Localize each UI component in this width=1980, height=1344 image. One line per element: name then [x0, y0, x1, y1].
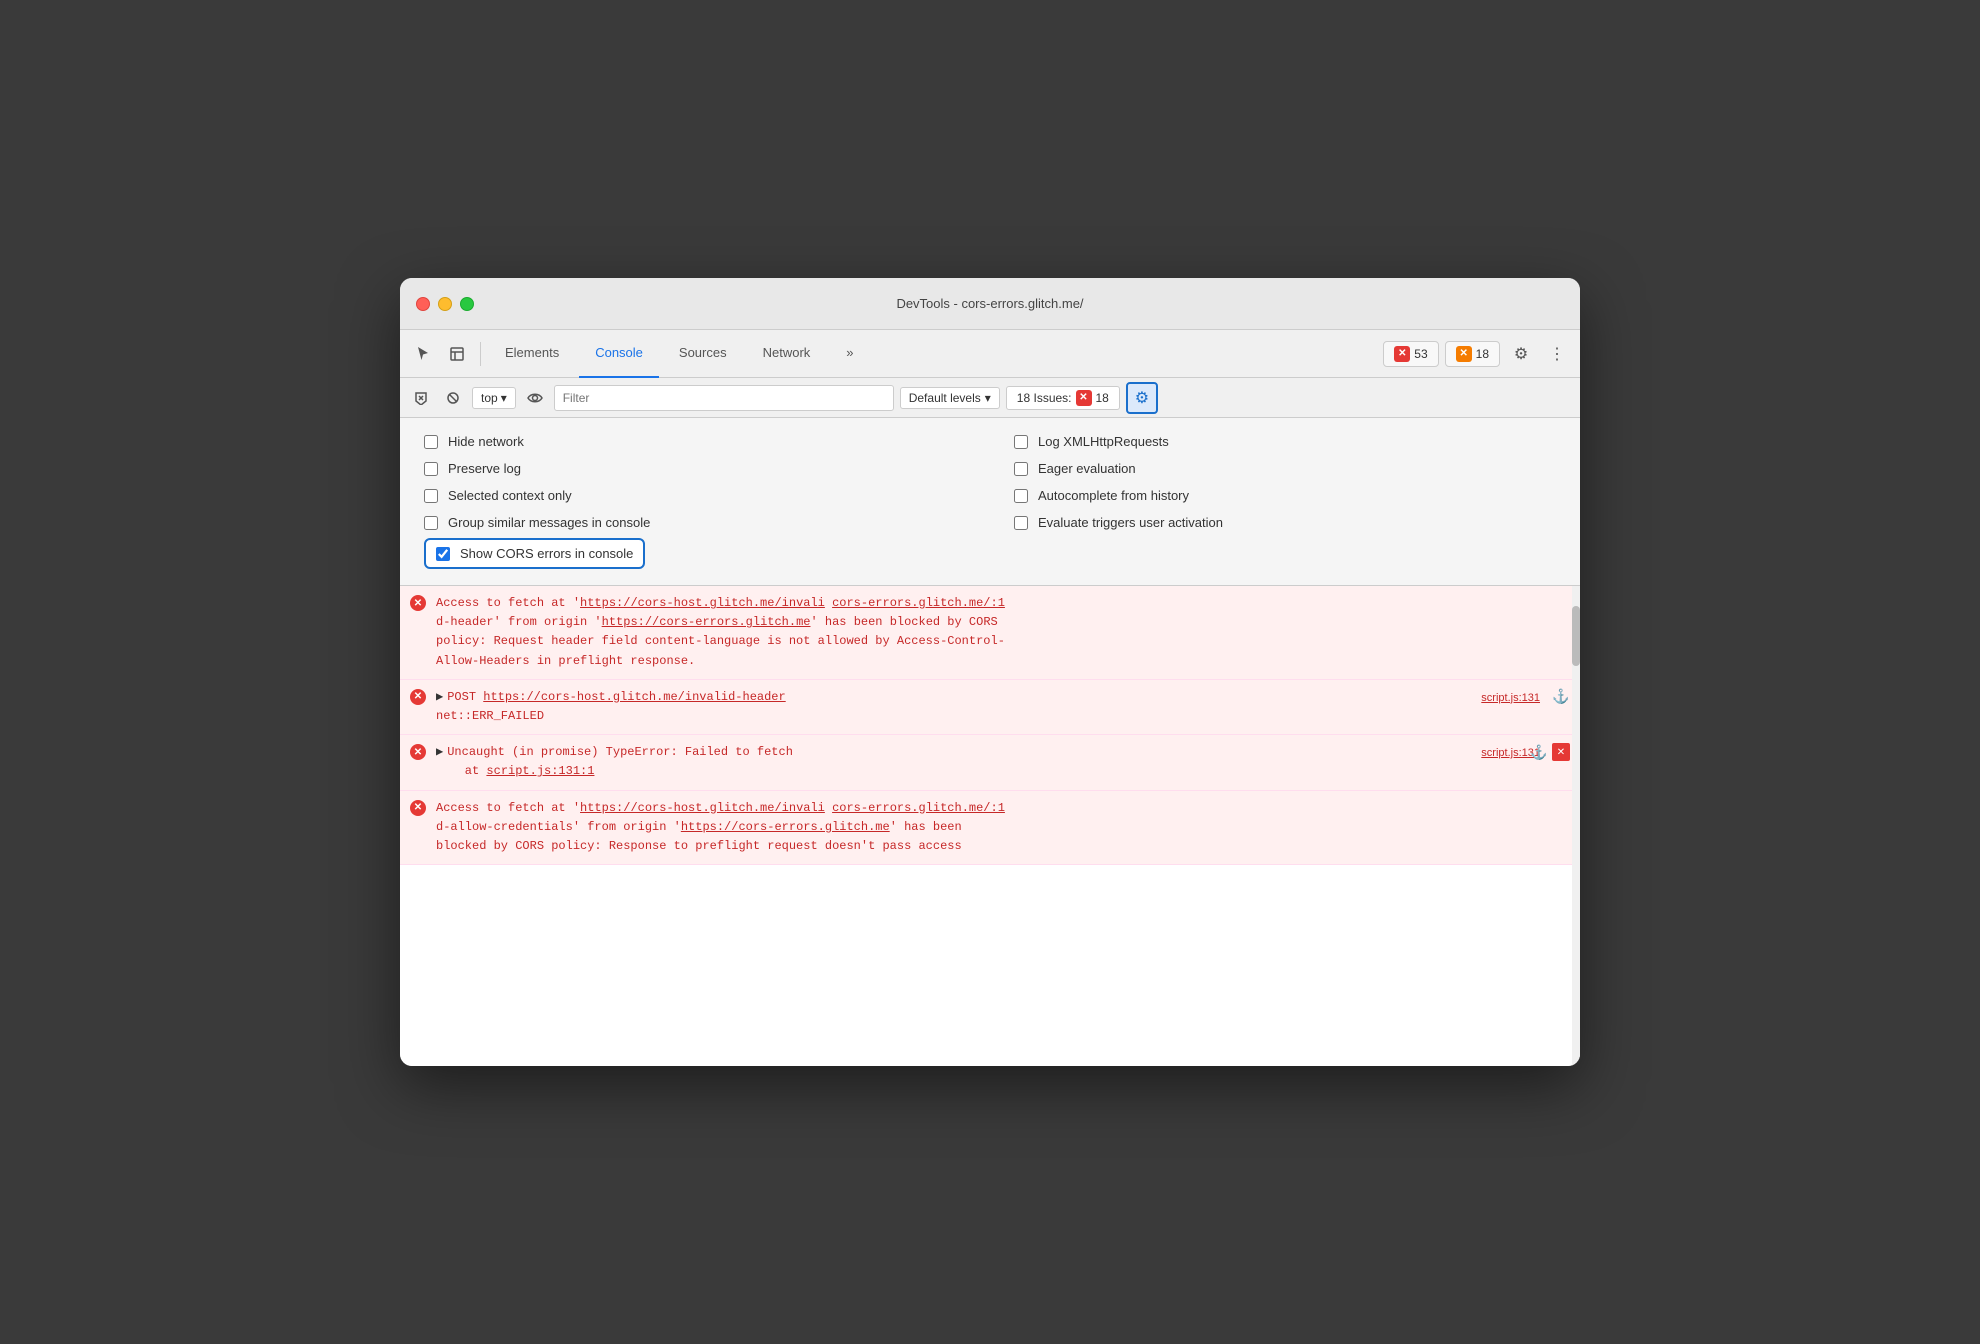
settings-col-right: Log XMLHttpRequests Eager evaluation Aut…	[1014, 434, 1556, 530]
scrollbar-track	[1572, 586, 1580, 1066]
anchor-icon-2[interactable]: ⚓	[1552, 688, 1570, 706]
error-icon-4: ✕	[410, 800, 426, 816]
traffic-lights	[416, 297, 474, 311]
log-xmlhttp-option[interactable]: Log XMLHttpRequests	[1014, 434, 1556, 449]
preserve-log-checkbox[interactable]	[424, 462, 438, 476]
entry-actions-3: ⚓ ✕	[1530, 743, 1570, 761]
close-icon-3[interactable]: ✕	[1552, 743, 1570, 761]
dropdown-arrow-icon: ▾	[501, 391, 507, 405]
window-title: DevTools - cors-errors.glitch.me/	[896, 296, 1083, 311]
link-1c[interactable]: https://cors-errors.glitch.me	[602, 615, 811, 629]
live-expressions-button[interactable]	[522, 385, 548, 411]
selected-context-checkbox[interactable]	[424, 489, 438, 503]
levels-arrow-icon: ▾	[985, 391, 991, 405]
error-icon-2: ✕	[410, 689, 426, 705]
tab-more[interactable]: »	[830, 330, 869, 378]
link-3[interactable]: script.js:131:1	[486, 764, 594, 778]
log-xmlhttp-checkbox[interactable]	[1014, 435, 1028, 449]
selected-context-option[interactable]: Selected context only	[424, 488, 966, 503]
issues-error-icon: ✕	[1076, 390, 1092, 406]
console-entry-1: ✕ Access to fetch at 'https://cors-host.…	[400, 586, 1580, 680]
tab-console[interactable]: Console	[579, 330, 659, 378]
autocomplete-option[interactable]: Autocomplete from history	[1014, 488, 1556, 503]
warnings-badge[interactable]: ✕ 18	[1445, 341, 1500, 367]
console-entry-4: ✕ Access to fetch at 'https://cors-host.…	[400, 791, 1580, 866]
issues-counter[interactable]: 18 Issues: ✕ 18	[1006, 386, 1120, 410]
toolbar-right: ✕ 53 ✕ 18 ⚙ ⋮	[1383, 339, 1572, 369]
main-toolbar: Elements Console Sources Network » ✕ 53 …	[400, 330, 1580, 378]
anchor-icon-3[interactable]: ⚓	[1530, 743, 1548, 761]
console-text-3: ▶Uncaught (in promise) TypeError: Failed…	[436, 743, 1568, 781]
cors-checkbox[interactable]	[436, 547, 450, 561]
console-text-4: Access to fetch at 'https://cors-host.gl…	[436, 799, 1568, 857]
block-icon-button[interactable]	[440, 385, 466, 411]
scrollbar-thumb[interactable]	[1572, 606, 1580, 666]
settings-button[interactable]: ⚙	[1506, 339, 1536, 369]
error-icon-1: ✕	[410, 595, 426, 611]
levels-dropdown[interactable]: Default levels ▾	[900, 387, 1000, 409]
link-4c[interactable]: https://cors-errors.glitch.me	[681, 820, 890, 834]
preserve-log-option[interactable]: Preserve log	[424, 461, 966, 476]
inspect-icon[interactable]	[442, 339, 472, 369]
warning-icon: ✕	[1456, 346, 1472, 362]
minimize-button[interactable]	[438, 297, 452, 311]
link-4a[interactable]: https://cors-host.glitch.me/invali	[580, 801, 825, 815]
cursor-icon[interactable]	[408, 339, 438, 369]
devtools-window: DevTools - cors-errors.glitch.me/ Elemen…	[400, 278, 1580, 1066]
console-toolbar: top ▾ Default levels ▾ 18 Issues: ✕ 18 ⚙	[400, 378, 1580, 418]
filter-input[interactable]	[554, 385, 894, 411]
close-button[interactable]	[416, 297, 430, 311]
tab-network[interactable]: Network	[747, 330, 827, 378]
entry-actions-2: ⚓	[1552, 688, 1570, 706]
link-1b[interactable]: cors-errors.glitch.me/:1	[832, 596, 1005, 610]
errors-badge[interactable]: ✕ 53	[1383, 341, 1438, 367]
cors-option[interactable]: Show CORS errors in console	[424, 538, 645, 569]
entry-meta-2: script.js:131	[1481, 690, 1540, 707]
evaluate-triggers-option[interactable]: Evaluate triggers user activation	[1014, 515, 1556, 530]
eager-eval-checkbox[interactable]	[1014, 462, 1028, 476]
context-selector[interactable]: top ▾	[472, 387, 516, 409]
link-1a[interactable]: https://cors-host.glitch.me/invali	[580, 596, 825, 610]
settings-panel: Hide network Preserve log Selected conte…	[400, 418, 1580, 586]
link-4b[interactable]: cors-errors.glitch.me/:1	[832, 801, 1005, 815]
console-text-1: Access to fetch at 'https://cors-host.gl…	[436, 594, 1568, 671]
settings-row: Hide network Preserve log Selected conte…	[424, 434, 1556, 530]
group-similar-checkbox[interactable]	[424, 516, 438, 530]
group-similar-option[interactable]: Group similar messages in console	[424, 515, 966, 530]
maximize-button[interactable]	[460, 297, 474, 311]
console-entry-2: ✕ ▶POST https://cors-host.glitch.me/inva…	[400, 680, 1580, 735]
error-icon: ✕	[1394, 346, 1410, 362]
error-icon-3: ✕	[410, 744, 426, 760]
console-settings-button[interactable]: ⚙	[1126, 382, 1158, 414]
script-link-2[interactable]: script.js:131	[1481, 692, 1540, 704]
expand-arrow-2[interactable]: ▶	[436, 688, 443, 707]
settings-col-left: Hide network Preserve log Selected conte…	[424, 434, 966, 530]
tab-elements[interactable]: Elements	[489, 330, 575, 378]
evaluate-triggers-checkbox[interactable]	[1014, 516, 1028, 530]
autocomplete-checkbox[interactable]	[1014, 489, 1028, 503]
console-entry-3: ✕ ▶Uncaught (in promise) TypeError: Fail…	[400, 735, 1580, 790]
expand-arrow-3[interactable]: ▶	[436, 743, 443, 762]
hide-network-checkbox[interactable]	[424, 435, 438, 449]
console-output: ✕ Access to fetch at 'https://cors-host.…	[400, 586, 1580, 1066]
console-text-2: ▶POST https://cors-host.glitch.me/invali…	[436, 688, 1568, 726]
title-bar: DevTools - cors-errors.glitch.me/	[400, 278, 1580, 330]
link-2[interactable]: https://cors-host.glitch.me/invalid-head…	[483, 690, 785, 704]
clear-console-button[interactable]	[408, 385, 434, 411]
tab-sources[interactable]: Sources	[663, 330, 743, 378]
more-menu-button[interactable]: ⋮	[1542, 339, 1572, 369]
hide-network-option[interactable]: Hide network	[424, 434, 966, 449]
separator	[480, 342, 481, 366]
eager-eval-option[interactable]: Eager evaluation	[1014, 461, 1556, 476]
